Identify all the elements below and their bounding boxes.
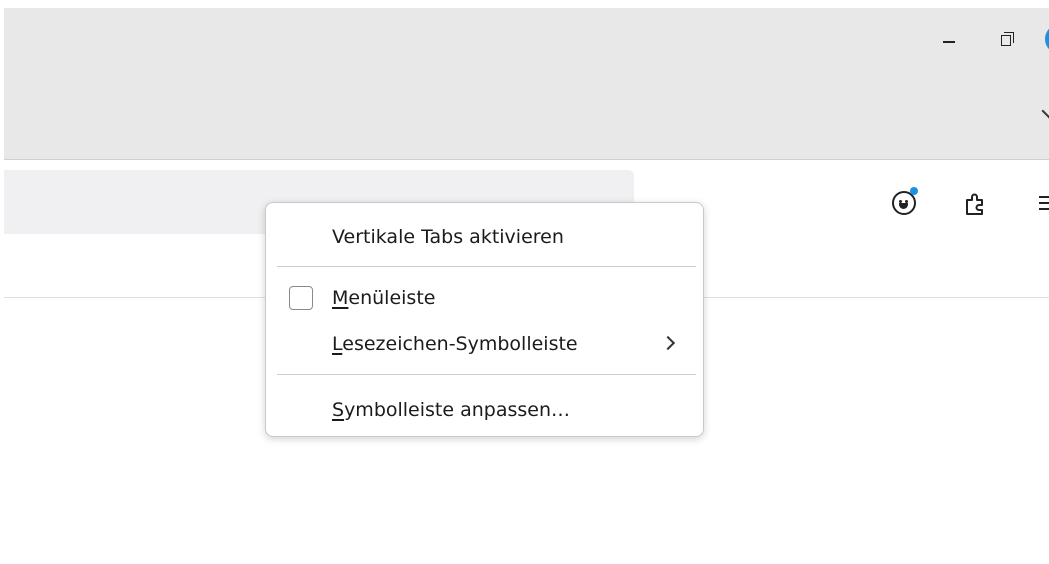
menu-separator <box>277 374 696 375</box>
menu-bar-2 <box>1039 202 1049 204</box>
label-rest: esezeichen-Symbolleiste <box>342 333 578 355</box>
browser-window: Vertikale Tabs aktivieren Menüleiste Les… <box>0 0 1049 564</box>
close-button[interactable] <box>1045 24 1049 54</box>
menu-item-label: Vertikale Tabs aktivieren <box>332 226 564 248</box>
account-icon-smile <box>899 203 908 209</box>
restore-icon-front <box>1001 35 1011 46</box>
accesskey: M <box>332 287 349 309</box>
menu-item-label: Lesezeichen-Symbolleiste <box>332 333 578 355</box>
menu-item-label: Symbolleiste anpassen… <box>332 399 570 421</box>
menu-item-bookmarks-toolbar[interactable]: Lesezeichen-Symbolleiste <box>266 323 703 365</box>
extensions-button[interactable] <box>959 187 991 219</box>
toolbar-context-menu: Vertikale Tabs aktivieren Menüleiste Les… <box>265 202 704 437</box>
menu-bar-3 <box>1039 208 1049 210</box>
menu-separator <box>277 266 696 267</box>
menubar-checkbox[interactable] <box>289 286 313 310</box>
restore-button[interactable] <box>992 24 1022 54</box>
chevron-right-icon <box>660 335 676 351</box>
menu-bar-1 <box>1039 196 1049 198</box>
menu-item-label: Menüleiste <box>332 287 435 309</box>
puzzle-icon <box>966 193 983 215</box>
menu-item-vertical-tabs[interactable]: Vertikale Tabs aktivieren <box>266 216 703 258</box>
tab-strip <box>4 8 1049 160</box>
label-rest: ymbolleiste anpassen… <box>344 399 571 421</box>
label-rest: enüleiste <box>348 287 436 309</box>
notification-dot <box>910 187 918 195</box>
app-menu-button[interactable] <box>1031 187 1049 219</box>
accesskey: L <box>332 333 343 355</box>
chevron-down-icon[interactable] <box>1041 102 1049 120</box>
hamburger-menu-icon <box>1039 196 1049 210</box>
minimize-icon <box>943 41 955 43</box>
accesskey: S <box>332 399 345 421</box>
window-top-edge <box>4 0 1049 8</box>
menu-item-customize-toolbar[interactable]: Symbolleiste anpassen… <box>266 389 703 431</box>
menu-item-menubar[interactable]: Menüleiste <box>266 277 703 319</box>
account-button[interactable] <box>888 187 920 219</box>
minimize-button[interactable] <box>934 24 964 54</box>
